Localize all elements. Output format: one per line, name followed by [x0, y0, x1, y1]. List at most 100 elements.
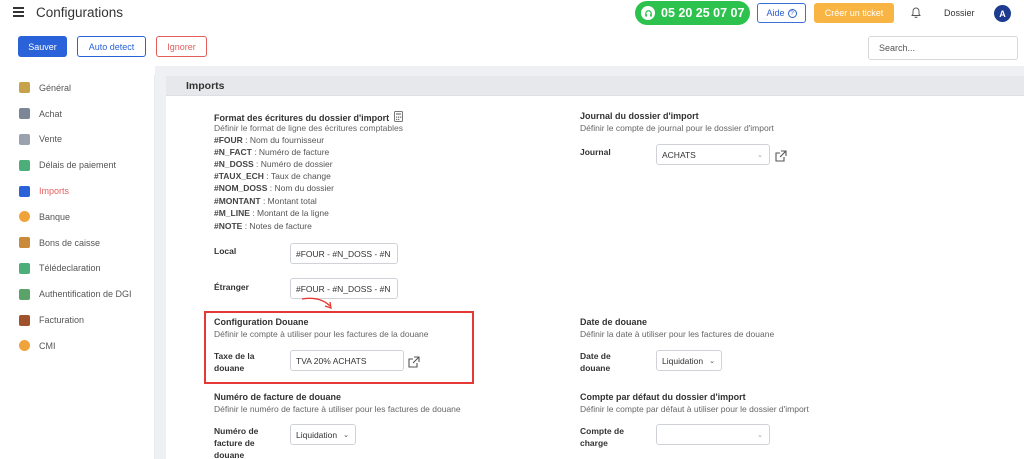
code-line: #M_LINE : Montant de la ligne: [214, 208, 329, 218]
sidebar-item-label: Imports: [39, 186, 70, 197]
sidebar-item-label: CMI: [39, 340, 56, 351]
phone-button[interactable]: 05 20 25 07 07: [635, 1, 750, 25]
section-title: Imports: [186, 80, 225, 92]
douane-title: Configuration Douane: [214, 317, 309, 327]
sidebar-item-label: Télédeclaration: [39, 263, 101, 274]
sidebar-item-label: Banque: [39, 211, 71, 222]
label-line: Compte de: [580, 426, 624, 436]
headset-icon: [641, 6, 655, 20]
chevron-down-icon: ⌄: [709, 358, 715, 365]
calendar-icon: [19, 159, 30, 171]
num-facture-value: Liquidation: [296, 429, 338, 440]
section-header: [166, 76, 1024, 96]
sidebar-item-bons[interactable]: Bons de caisse: [11, 230, 154, 256]
date-douane-title: Date de douane: [580, 317, 648, 327]
label-line: Numéro de: [214, 426, 259, 436]
sidebar-item-label: Achat: [39, 108, 63, 119]
avatar[interactable]: A: [994, 5, 1011, 22]
date-douane-label: Date de douane: [580, 350, 611, 374]
sidebar-item-label: Général: [39, 82, 72, 93]
sidebar: Général Achat Vente Délais de paiement I…: [11, 75, 155, 459]
page-title: Configurations: [36, 5, 124, 20]
format-title-text: Format des écritures du dossier d'import: [214, 113, 390, 123]
external-link-icon[interactable]: [775, 150, 787, 162]
code-line: #N_FACT : Numéro de facture: [214, 147, 329, 157]
journal-select[interactable]: ACHATS ⌄: [656, 144, 770, 165]
label-line: Taxe de la: [214, 351, 255, 361]
sidebar-item-banque[interactable]: Banque: [11, 204, 154, 230]
code-line: #TAUX_ECH : Taux de change: [214, 171, 331, 181]
sidebar-item-label: Délais de paiement: [39, 160, 117, 171]
code-key: #M_LINE: [214, 208, 250, 218]
create-ticket-button[interactable]: Créer un ticket: [814, 3, 894, 23]
menu-icon[interactable]: [13, 7, 24, 17]
compte-charge-select[interactable]: ⌄: [656, 424, 770, 445]
sidebar-item-dgi[interactable]: Authentification de DGI: [11, 281, 154, 307]
journal-title: Journal du dossier d'import: [580, 111, 699, 121]
code-desc: : Notes de facture: [242, 221, 312, 231]
sidebar-item-cmi[interactable]: CMI: [11, 333, 154, 359]
sidebar-item-facturation[interactable]: Facturation: [11, 307, 154, 333]
payment-icon: [19, 340, 30, 352]
label-line: Date de: [580, 351, 611, 361]
douane-label: Taxe de la douane: [214, 350, 254, 374]
bank-icon: [19, 211, 30, 223]
invoice-icon: [19, 314, 30, 326]
label-line: douane: [580, 363, 611, 373]
bell-icon[interactable]: [911, 7, 921, 18]
label-line: facture de: [214, 438, 255, 448]
compte-defaut-title: Compte par défaut du dossier d'import: [580, 392, 746, 402]
cart-icon: [19, 108, 30, 120]
code-desc: : Numéro de dossier: [253, 159, 333, 169]
ignore-button[interactable]: Ignorer: [156, 36, 207, 57]
code-line: #N_DOSS : Numéro de dossier: [214, 159, 333, 169]
sidebar-item-teledeclaration[interactable]: Télédeclaration: [11, 256, 154, 282]
search-input[interactable]: [868, 36, 1018, 60]
sidebar-item-label: Authentification de DGI: [39, 289, 132, 300]
sidebar-item-label: Vente: [39, 134, 63, 145]
num-facture-select[interactable]: Liquidation ⌄: [290, 424, 356, 445]
code-key: #TAUX_ECH: [214, 171, 264, 181]
code-desc: : Montant total: [260, 196, 317, 206]
code-key: #N_DOSS: [214, 159, 254, 169]
sidebar-item-imports[interactable]: Imports: [11, 178, 154, 204]
chevron-down-icon: ⌄: [343, 432, 349, 439]
code-desc: : Nom du fournisseur: [242, 135, 325, 145]
local-format-input[interactable]: #FOUR - #N_DOSS - #N: [290, 243, 398, 264]
sidebar-item-vente[interactable]: Vente: [11, 127, 154, 153]
save-button[interactable]: Sauver: [18, 36, 67, 57]
external-link-icon[interactable]: [408, 356, 420, 368]
code-desc: : Numéro de facture: [251, 147, 330, 157]
code-key: #N_FACT: [214, 147, 252, 157]
dossier-menu[interactable]: Dossier: [944, 8, 975, 18]
local-label: Local: [214, 246, 237, 256]
format-title: Format des écritures du dossier d'import: [214, 111, 403, 123]
code-line: #NOTE : Notes de facture: [214, 221, 312, 231]
code-key: #NOTE: [214, 221, 243, 231]
num-facture-title: Numéro de facture de douane: [214, 392, 342, 402]
num-facture-label: Numéro de facture de douane: [214, 425, 258, 459]
code-key: #NOM_DOSS: [214, 183, 268, 193]
sidebar-item-achat[interactable]: Achat: [11, 101, 154, 127]
journal-value: ACHATS: [662, 149, 696, 160]
date-douane-desc: Définir la date à utiliser pour les fact…: [580, 329, 775, 339]
label-line: charge: [580, 438, 608, 448]
document-icon: [19, 262, 30, 274]
auto-detect-button[interactable]: Auto detect: [77, 36, 146, 57]
code-desc: : Nom du dossier: [267, 183, 334, 193]
help-button[interactable]: Aide ?: [757, 3, 806, 23]
phone-number: 05 20 25 07 07: [661, 6, 745, 20]
sidebar-item-general[interactable]: Général: [11, 75, 154, 101]
date-douane-select[interactable]: Liquidation ⌄: [656, 350, 722, 371]
douane-tax-select[interactable]: TVA 20% ACHATS: [290, 350, 404, 371]
sidebar-item-delais[interactable]: Délais de paiement: [11, 152, 154, 178]
compte-defaut-desc: Définir le compte par défaut à utiliser …: [580, 404, 809, 414]
num-facture-desc: Définir le numéro de facture à utiliser …: [214, 404, 461, 414]
calculator-icon: [393, 111, 403, 122]
format-desc: Définir le format de ligne des écritures…: [214, 123, 403, 133]
code-key: #FOUR: [214, 135, 243, 145]
code-desc: : Montant de la ligne: [249, 208, 329, 218]
sidebar-item-label: Bons de caisse: [39, 237, 101, 248]
code-line: #MONTANT : Montant total: [214, 196, 317, 206]
journal-label: Journal: [580, 147, 611, 157]
